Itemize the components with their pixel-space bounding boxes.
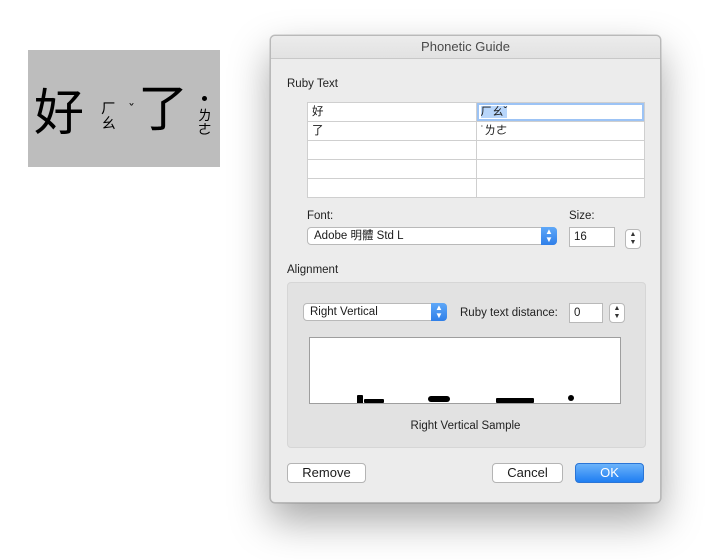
sample-glyph-stroke: [496, 398, 534, 403]
neutral-tone-dot: [202, 96, 207, 101]
base-text-cell[interactable]: 了: [308, 122, 476, 140]
base-text-cell[interactable]: [308, 179, 476, 197]
font-popup[interactable]: Adobe 明體 Std L ▲ ▼: [307, 227, 557, 245]
phonetic-guide-dialog: Phonetic Guide Ruby Text 好 ㄏㄠˇ 了 ˙ㄌㄜ Fon…: [270, 35, 661, 503]
remove-button[interactable]: Remove: [287, 463, 366, 483]
popup-arrows-icon: ▲ ▼: [541, 227, 557, 245]
ruby-annotation: ㄏㄠ: [99, 100, 117, 130]
size-stepper[interactable]: ▲ ▼: [625, 229, 641, 249]
table-row: [308, 141, 644, 160]
ruby-text-cell[interactable]: [475, 160, 645, 178]
ruby-text-cell[interactable]: [475, 141, 645, 159]
tone-mark: ˇ: [128, 102, 135, 118]
sample-glyph-stroke: [357, 395, 363, 403]
alignment-label: Alignment: [287, 264, 339, 276]
base-text-cell[interactable]: [308, 160, 476, 178]
ruby-annotation: ㄌㄜ: [195, 108, 212, 136]
sample-caption: Right Vertical Sample: [410, 420, 521, 432]
ruby-distance-field[interactable]: 0: [569, 303, 603, 323]
ok-button[interactable]: OK: [575, 463, 644, 483]
ruby-text-table: 好 ㄏㄠˇ 了 ˙ㄌㄜ: [307, 102, 645, 198]
base-text-cell[interactable]: 好: [308, 103, 476, 121]
ruby-text-cell[interactable]: ˙ㄌㄜ: [475, 122, 645, 140]
popup-arrows-icon: ▲ ▼: [431, 303, 447, 321]
dialog-title: Phonetic Guide: [271, 36, 660, 59]
ruby-distance-stepper[interactable]: ▲ ▼: [609, 303, 625, 323]
table-row: [308, 179, 644, 197]
alignment-value: Right Vertical: [310, 306, 378, 318]
size-label: Size:: [569, 210, 595, 222]
selected-ruby-text[interactable]: ㄏㄠˇ: [480, 106, 508, 118]
table-row: [308, 160, 644, 179]
ruby-text-cell[interactable]: ㄏㄠˇ: [475, 103, 645, 121]
sample-glyph-stroke: [364, 399, 384, 403]
base-character: 了: [138, 80, 188, 138]
sample-glyph-stroke: [428, 396, 450, 402]
size-field[interactable]: 16: [569, 227, 615, 247]
document-ruby-preview: 好 ㄏㄠ ˇ 了 ㄌㄜ: [28, 50, 220, 167]
base-text-cell[interactable]: [308, 141, 476, 159]
ruby-distance-label: Ruby text distance:: [460, 307, 558, 319]
alignment-popup[interactable]: Right Vertical ▲ ▼: [303, 303, 447, 321]
table-row: 了 ˙ㄌㄜ: [308, 122, 644, 141]
base-character: 好: [34, 84, 84, 142]
alignment-sample-preview: [309, 337, 621, 404]
cancel-button[interactable]: Cancel: [492, 463, 563, 483]
sample-glyph-stroke: [568, 395, 574, 401]
table-row: 好 ㄏㄠˇ: [308, 103, 644, 122]
ruby-text-cell[interactable]: [475, 179, 645, 197]
ruby-text-label: Ruby Text: [287, 78, 338, 90]
font-value: Adobe 明體 Std L: [314, 230, 404, 242]
font-label: Font:: [307, 210, 334, 222]
